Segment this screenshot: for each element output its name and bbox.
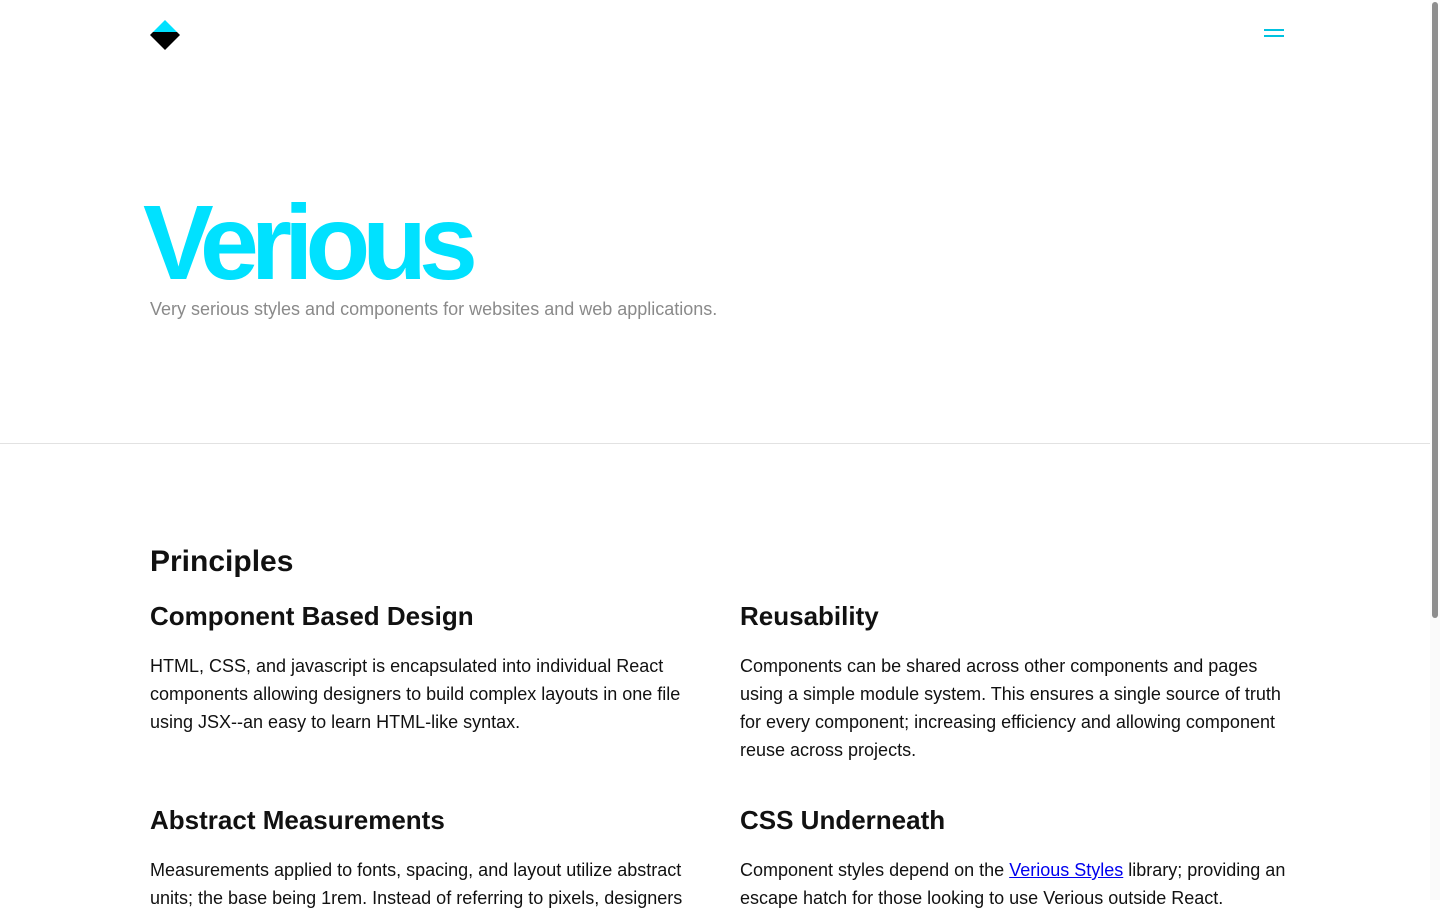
hero-subtitle: Very serious styles and components for w… xyxy=(150,299,718,319)
principles-heading: Principles xyxy=(150,545,294,578)
principle-title: Component Based Design xyxy=(150,601,474,631)
principle-body: Measurements applied to fonts, spacing, … xyxy=(150,860,683,908)
principle-title: CSS Underneath xyxy=(740,805,946,835)
principle-body: HTML, CSS, and javascript is encapsulate… xyxy=(150,656,681,732)
principle-body: Component styles depend on the Verious S… xyxy=(740,856,1290,912)
principle-card-component-based-design: Component Based Design HTML, CSS, and ja… xyxy=(150,600,700,736)
page-scrollbar[interactable] xyxy=(1430,0,1440,900)
verious-styles-link[interactable]: Verious Styles xyxy=(1009,860,1123,880)
principle-card-reusability: Reusability Components can be shared acr… xyxy=(740,600,1290,764)
hero-section: Verious Very serious styles and componen… xyxy=(0,0,1430,444)
principle-card-abstract-measurements: Abstract Measurements Measurements appli… xyxy=(150,804,700,912)
scrollbar-thumb[interactable] xyxy=(1432,2,1438,618)
principle-body-text: Component styles depend on the xyxy=(740,860,1010,880)
principle-title: Reusability xyxy=(740,601,879,631)
hero-title: Verious xyxy=(143,184,478,302)
principle-card-css-underneath: CSS Underneath Component styles depend o… xyxy=(740,804,1290,912)
principle-body: Components can be shared across other co… xyxy=(740,656,1281,760)
principle-title: Abstract Measurements xyxy=(150,805,445,835)
